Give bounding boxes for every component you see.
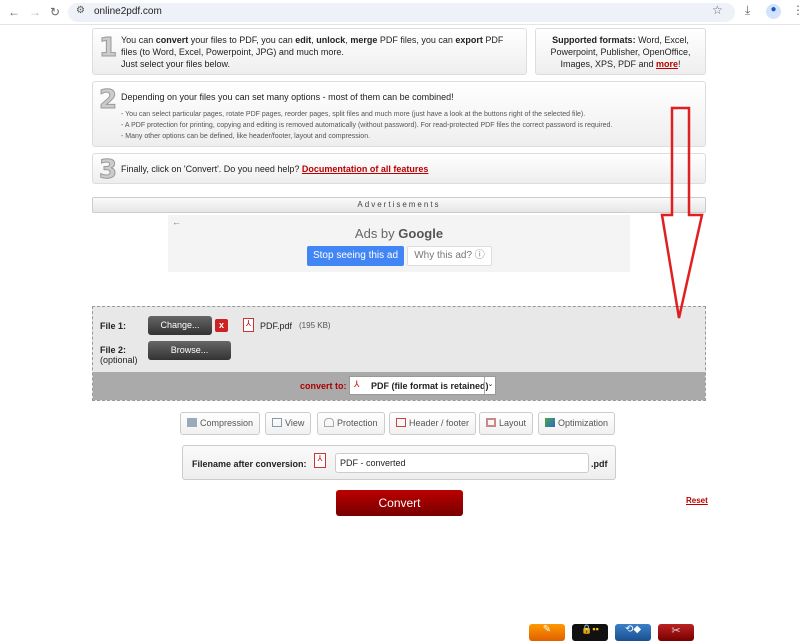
rotate-icon: ⟲◆ — [624, 624, 642, 635]
scissors-icon: ✂ — [671, 625, 681, 637]
red-arrow-outline — [660, 106, 704, 319]
lock-icon: 🔒▪▪ — [581, 624, 599, 634]
split-scissors-button[interactable]: ✂ — [658, 624, 694, 641]
rotate-pages-button[interactable]: ⟲◆ — [615, 624, 651, 641]
magic-wand-icon: ✎ — [542, 624, 552, 635]
edit-wand-button[interactable]: ✎ — [529, 624, 565, 641]
annotation-arrow — [660, 106, 704, 319]
protection-lock-button[interactable]: 🔒▪▪ — [572, 624, 608, 641]
